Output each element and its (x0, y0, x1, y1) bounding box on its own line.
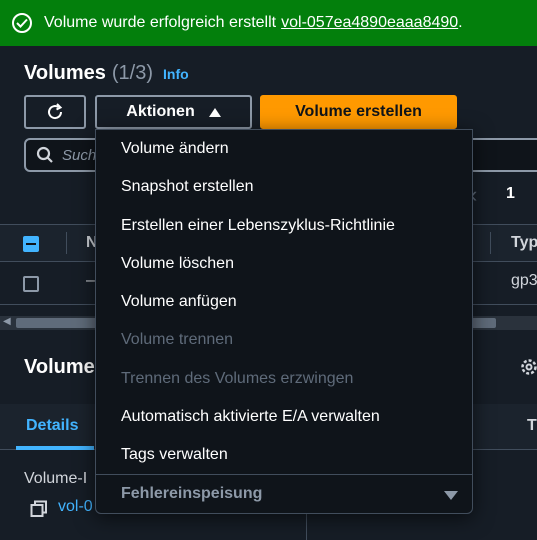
refresh-button[interactable] (24, 95, 86, 129)
column-separator (66, 232, 67, 254)
menu-group-label: Fehlereinspeisung (121, 485, 263, 502)
menu-item-create-snapshot[interactable]: Snapshot erstellen (121, 178, 254, 196)
menu-group-fault-injection[interactable]: Fehlereinspeisung (96, 474, 472, 514)
scroll-left-icon[interactable]: ◀ (3, 316, 11, 327)
row-checkbox[interactable] (23, 276, 39, 292)
tab-details[interactable]: Details (26, 417, 78, 435)
menu-item-manage-auto-enabled-io[interactable]: Automatisch aktivierte E/A verwalten (121, 408, 380, 426)
volume-id-label: Volume-I (24, 470, 88, 487)
caret-down-icon (444, 491, 458, 500)
menu-item-detach-volume: Volume trennen (121, 331, 234, 348)
page-number[interactable]: 1 (506, 185, 515, 203)
actions-dropdown-menu: Volume ändern Snapshot erstellen Erstell… (95, 129, 473, 514)
create-volume-button[interactable]: Volume erstellen (260, 95, 457, 129)
volume-id-link[interactable]: vol-0 (58, 498, 93, 516)
menu-item-delete-volume[interactable]: Volume löschen (121, 255, 234, 273)
details-panel-title: Volume (24, 356, 95, 378)
column-header-type[interactable]: Typ (511, 234, 537, 252)
actions-button-label: Aktionen (126, 103, 195, 120)
gear-icon[interactable] (518, 356, 537, 378)
row-type: gp3 (511, 272, 537, 289)
menu-item-manage-tags[interactable]: Tags verwalten (121, 446, 228, 464)
page-header: Volumes (1/3) Info (24, 62, 189, 85)
banner-volume-link[interactable]: vol-057ea4890eaaa8490 (281, 14, 458, 32)
actions-button[interactable]: Aktionen (95, 95, 252, 129)
selection-count: (1/3) (111, 62, 153, 84)
page-title: Volumes (24, 62, 106, 84)
copy-icon[interactable] (30, 500, 48, 518)
menu-item-force-detach-volume: Trennen des Volumes erzwingen (121, 370, 354, 387)
search-icon (36, 146, 53, 163)
select-all-checkbox[interactable] (23, 236, 39, 252)
refresh-icon (48, 103, 63, 120)
search-placeholder: Such (62, 146, 97, 164)
tab-partial-t[interactable]: T (527, 417, 537, 435)
column-separator (490, 232, 491, 254)
menu-item-modify-volume[interactable]: Volume ändern (121, 140, 229, 158)
banner-message: Volume wurde erfolgreich erstellt (44, 14, 277, 31)
info-link[interactable]: Info (163, 66, 189, 82)
menu-item-create-lifecycle-policy[interactable]: Erstellen einer Lebenszyklus-Richtlinie (121, 217, 395, 235)
menu-item-attach-volume[interactable]: Volume anfügen (121, 293, 237, 311)
check-circle-icon (12, 13, 32, 33)
banner-suffix: . (458, 14, 463, 31)
triangle-up-icon (208, 107, 221, 117)
active-tab-indicator (16, 446, 94, 450)
success-banner: Volume wurde erfolgreich erstellt vol-05… (0, 0, 537, 46)
row-name: – (86, 272, 95, 289)
